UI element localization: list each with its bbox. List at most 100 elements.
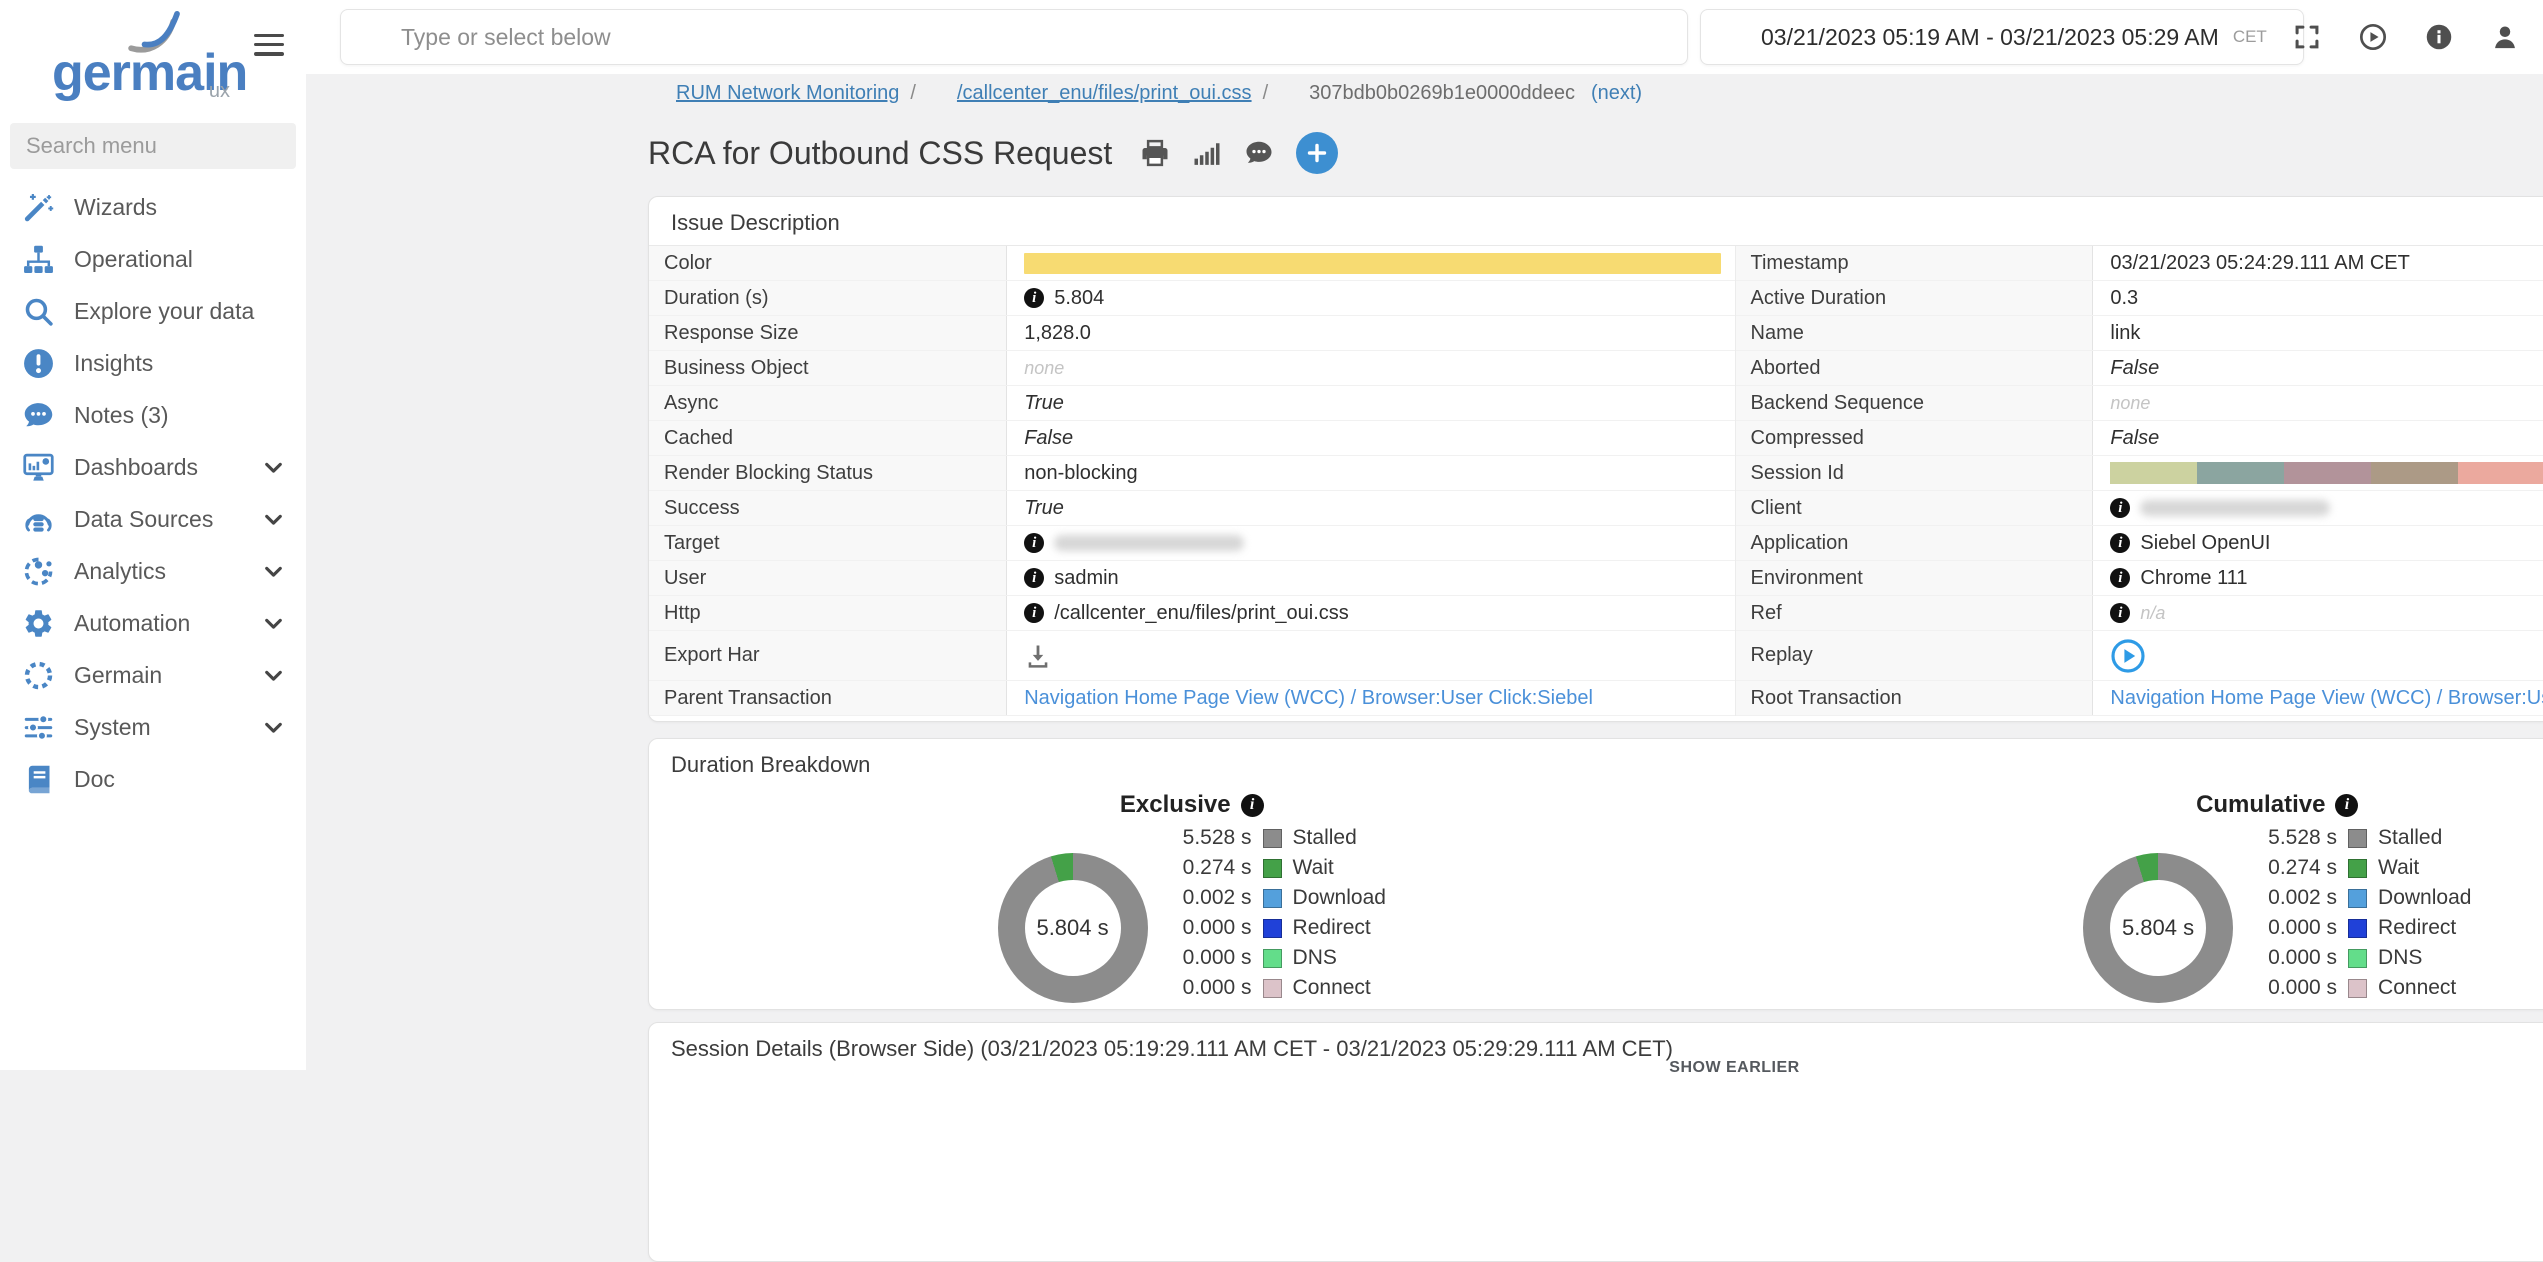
sitemap-icon [22, 243, 55, 276]
sidebar-item-automation[interactable]: Automation [0, 597, 306, 649]
field-value: iChrome 111 [2093, 561, 2543, 595]
sidebar-item-dashboards[interactable]: Dashboards [0, 441, 306, 493]
legend-row: 0.000 sConnect [1176, 973, 1386, 1003]
legend-label: Wait [1293, 856, 1334, 880]
field-label: Aborted [1736, 351, 2094, 385]
donut-chart: 5.804 s [2083, 853, 2233, 1003]
table-row-left-5: CachedFalse [649, 421, 1735, 456]
legend-value: 0.000 s [1176, 946, 1252, 970]
legend-swatch [2348, 829, 2367, 848]
sidebar-item-system[interactable]: System [0, 701, 306, 753]
legend-swatch [1263, 979, 1282, 998]
legend-value: 0.000 s [2261, 976, 2337, 1000]
sidebar-item-explore-your-data[interactable]: Explore your data [0, 285, 306, 337]
sidebar-item-label: Insights [74, 350, 286, 377]
field-value: 03/21/2023 05:24:29.111 AM CET [2093, 246, 2543, 280]
legend-value: 0.000 s [1176, 1006, 1252, 1010]
sidebar-item-label: Doc [74, 766, 286, 793]
table-row-left-3: Business Objectnone [649, 351, 1735, 386]
field-value: isadmin [1007, 561, 1734, 595]
book-icon [22, 763, 55, 796]
info-circle-icon[interactable] [2425, 23, 2453, 51]
signal-bars-icon[interactable] [1192, 138, 1222, 168]
add-icon[interactable] [1296, 132, 1338, 174]
info-icon: i [1024, 533, 1044, 553]
field-label: Business Object [649, 351, 1007, 385]
global-search[interactable] [340, 9, 1688, 65]
topbar-actions [2293, 0, 2519, 74]
legend-value: 0.274 s [2261, 856, 2337, 880]
table-row-left-1: Duration (s)i5.804 [649, 281, 1735, 316]
breadcrumb-link-resource[interactable]: /callcenter_enu/files/print_oui.css [957, 82, 1252, 105]
field-value: non-blocking [1007, 456, 1734, 490]
field-value [1007, 246, 1734, 280]
sidebar-item-wizards[interactable]: Wizards [0, 181, 306, 233]
session-details-card: Session Details (Browser Side) (03/21/20… [648, 1022, 2543, 1262]
transaction-link[interactable]: Navigation Home Page View (WCC) / Browse… [1024, 687, 1593, 710]
replay-play-icon[interactable] [2110, 638, 2146, 674]
legend-row: 5.528 sStalled [2261, 823, 2471, 853]
sidebar-item-label: System [74, 714, 261, 741]
field-value: 0.3 [2093, 281, 2543, 315]
table-row-right-2: Namelink [1736, 316, 2543, 351]
date-range-value: 03/21/2023 05:19 AM - 03/21/2023 05:29 A… [1761, 24, 2219, 51]
legend-swatch [2348, 979, 2367, 998]
chevron-down-icon [261, 507, 286, 532]
legend-row: 0.274 sWait [2261, 853, 2471, 883]
field-label: Response Size [649, 316, 1007, 350]
sidebar-item-germain[interactable]: Germain [0, 649, 306, 701]
sidebar-item-operational[interactable]: Operational [0, 233, 306, 285]
legend-value: 0.002 s [1176, 886, 1252, 910]
field-value: False [2093, 421, 2543, 455]
breadcrumb: RUM Network Monitoring / /callcenter_enu… [646, 82, 1642, 105]
wand-icon [22, 191, 55, 224]
legend-label: DNS [1293, 946, 1337, 970]
columns-icon [646, 83, 668, 105]
table-row-left-9: Userisadmin [649, 561, 1735, 596]
legend-value: 0.274 s [1176, 856, 1252, 880]
sidebar-item-label: Notes (3) [74, 402, 286, 429]
field-label: Render Blocking Status [649, 456, 1007, 490]
transaction-link[interactable]: Navigation Home Page View (WCC) / Browse… [2110, 687, 2543, 710]
sidebar-item-label: Wizards [74, 194, 286, 221]
breadcrumb-next-link[interactable]: (next) [1591, 82, 1642, 105]
field-label: Async [649, 386, 1007, 420]
sidebar-search-input[interactable] [10, 123, 296, 169]
download-icon[interactable] [1024, 642, 1052, 670]
show-earlier-button[interactable]: SHOW EARLIER [649, 1059, 2543, 1077]
chevron-down-icon [261, 663, 286, 688]
legend-row: 0.000 s DNS [1176, 943, 1386, 973]
session-id-segment [2284, 462, 2371, 484]
legend-row: 0.002 sDownload [2261, 883, 2471, 913]
redacted-value [2140, 500, 2330, 516]
breadcrumb-link-dashboard[interactable]: RUM Network Monitoring [676, 82, 899, 105]
field-label: Export Har [649, 631, 1007, 680]
printer-icon[interactable] [1140, 138, 1170, 168]
field-value: i [2093, 491, 2543, 525]
global-search-input[interactable] [399, 23, 1669, 52]
table-row-left-11: Export Har [649, 631, 1735, 681]
legend-label: Stalled [2378, 826, 2442, 850]
chat-icon [22, 399, 55, 432]
sidebar-item-insights[interactable]: Insights [0, 337, 306, 389]
sidebar-item-notes[interactable]: Notes (3) [0, 389, 306, 441]
duration-charts: Exclusivei5.804 s5.528 sStalled0.274 sWa… [649, 787, 2543, 1010]
analytics-icon [22, 555, 55, 588]
field-value [2093, 456, 2543, 490]
breadcrumb-separator: / [910, 82, 916, 105]
legend-row: 0.000 sDNS [2261, 943, 2471, 973]
chart-exclusive: Exclusivei5.804 s5.528 sStalled0.274 sWa… [649, 791, 1735, 1010]
legend-label: Download [2378, 886, 2471, 910]
search-icon [359, 24, 385, 50]
fullscreen-icon[interactable] [2293, 23, 2321, 51]
sidebar-item-analytics[interactable]: Analytics [0, 545, 306, 597]
user-icon[interactable] [2491, 23, 2519, 51]
date-range-picker[interactable]: 03/21/2023 05:19 AM - 03/21/2023 05:29 A… [1700, 9, 2304, 65]
sidebar-item-data-sources[interactable]: Data Sources [0, 493, 306, 545]
breadcrumb-separator: / [1263, 82, 1269, 105]
info-icon: i [2110, 603, 2130, 623]
legend-row: 0.002 sDownload [1176, 883, 1386, 913]
sidebar-item-doc[interactable]: Doc [0, 753, 306, 805]
play-circle-icon[interactable] [2359, 23, 2387, 51]
comment-icon[interactable] [1244, 138, 1274, 168]
